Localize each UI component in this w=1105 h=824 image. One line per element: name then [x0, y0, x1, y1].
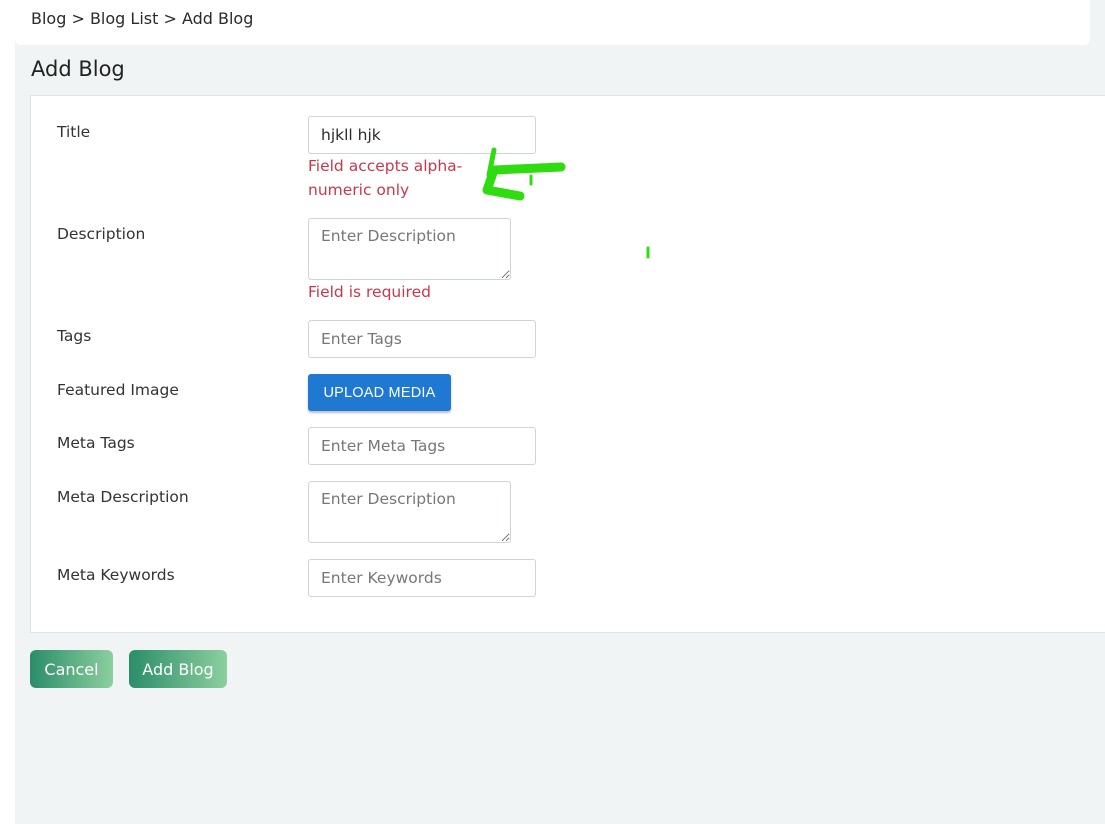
description-textarea[interactable] [308, 218, 511, 280]
page-title: Add Blog [31, 57, 125, 81]
add-blog-form: Title Field accepts alpha- numeric only … [30, 95, 1105, 633]
sidebar-strip [0, 0, 15, 812]
meta-keywords-input[interactable] [308, 559, 536, 597]
title-label: Title [57, 123, 91, 141]
title-error-line-1: Field accepts alpha- [308, 157, 463, 175]
title-error-line-2: numeric only [308, 181, 410, 199]
description-error: Field is required [308, 283, 431, 301]
tags-input[interactable] [308, 320, 536, 358]
breadcrumb: Blog > Blog List > Add Blog [31, 9, 254, 28]
meta-description-textarea[interactable] [308, 481, 511, 543]
add-blog-button[interactable]: Add Blog [129, 650, 227, 688]
upload-media-button[interactable]: UPLOAD MEDIA [308, 374, 451, 411]
meta-description-label: Meta Description [57, 488, 189, 506]
title-input[interactable] [308, 116, 536, 154]
cancel-button[interactable]: Cancel [30, 650, 113, 688]
featured-image-label: Featured Image [57, 381, 179, 399]
description-label: Description [57, 225, 146, 243]
meta-tags-input[interactable] [308, 427, 536, 465]
meta-keywords-label: Meta Keywords [57, 566, 175, 584]
title-error: Field accepts alpha- numeric only [308, 154, 462, 202]
meta-tags-label: Meta Tags [57, 434, 135, 452]
tags-label: Tags [57, 327, 92, 345]
